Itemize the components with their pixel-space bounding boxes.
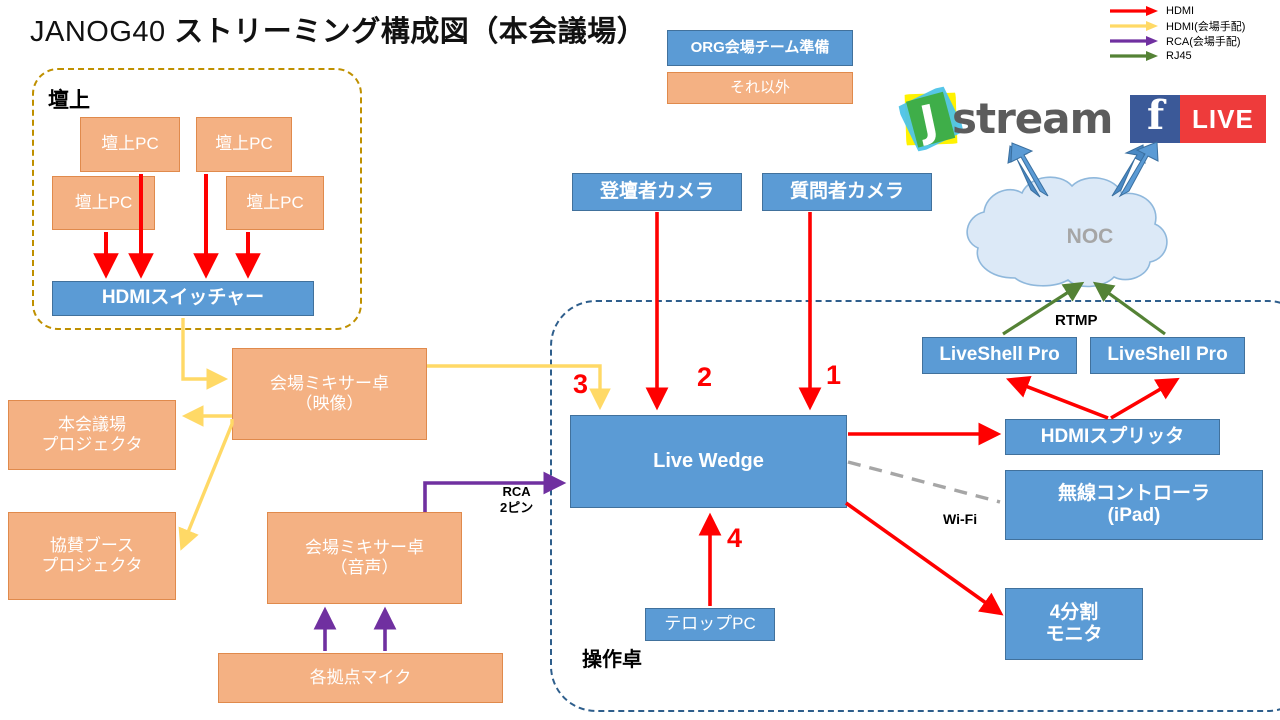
legend-swatch-hdmi-venue [1110,21,1158,31]
venue-mixer-video-box[interactable]: 会場ミキサー卓 （映像） [232,348,427,440]
liveshell-pro-box-1[interactable]: LiveShell Pro [922,337,1077,374]
stage-pc-1[interactable]: 壇上PC [80,117,180,172]
stage-pc-3[interactable]: 壇上PC [52,176,155,230]
number-label-3: 3 [573,369,589,399]
legend-label-rj45: RJ45 [1166,50,1192,62]
quad-monitor-box[interactable]: 4分割 モニタ [1005,588,1143,660]
site-mics-box[interactable]: 各拠点マイク [218,653,503,703]
page-title: JANOG40 ストリーミング構成図（本会議場） [30,8,646,50]
hdmi-switcher-box[interactable]: HDMIスイッチャー [52,281,314,316]
legend-item-rj45: RJ45 [1108,49,1280,63]
number-label-4: 4 [727,523,743,553]
number-label-2: 2 [697,362,713,392]
wifi-label: Wi-Fi [943,511,978,527]
key-org-box: ORG会場チーム準備 [667,30,853,66]
telop-pc-box[interactable]: テロップPC [645,608,775,641]
projector-main-box[interactable]: 本会議場 プロジェクタ [8,400,176,470]
facebook-f-icon [1130,92,1180,143]
liveshell-pro-box-2[interactable]: LiveShell Pro [1090,337,1245,374]
legend-item-hdmi-venue: HDMI(会場手配) [1108,19,1280,33]
speaker-camera-box[interactable]: 登壇者カメラ [572,173,742,211]
noc-cloud: NOC [966,176,1168,288]
legend-label-rca: RCA(会場手配) [1166,36,1241,48]
legend-label-hdmi: HDMI [1166,5,1195,17]
legend-item-rca: RCA(会場手配) [1108,34,1280,48]
legend-label-hdmi-venue: HDMI(会場手配) [1166,21,1246,33]
upload-arrow-right [1111,141,1159,198]
rtmp-label: RTMP [1055,312,1098,329]
svg-text:NOC: NOC [1067,225,1114,248]
wire-mixer-video-to-projector-booth [178,419,234,551]
legend-swatch-hdmi [1110,6,1158,16]
stage-region-label: 壇上 [48,89,90,112]
jstream-logo-text: stream [952,94,1113,143]
venue-mixer-audio-box[interactable]: 会場ミキサー卓 （音声） [267,512,462,604]
wire-mixer-audio-to-live-wedge [423,471,567,512]
operation-desk-region-label: 操作卓 [582,649,642,671]
title-latin: JANOG40 [30,16,175,48]
hdmi-splitter-box[interactable]: HDMIスプリッタ [1005,419,1220,455]
rca-2pin-label: RCA 2ピン [500,484,534,516]
key-other-box: それ以外 [667,72,853,104]
title-japanese: ストリーミング構成図（本会議場） [174,16,647,48]
facebook-live-logo: LIVE [1130,92,1266,143]
facebook-live-text: LIVE [1180,95,1266,143]
stage-pc-4[interactable]: 壇上PC [226,176,324,230]
upload-arrow-left [1007,142,1049,198]
legend-swatch-rca [1110,36,1158,46]
legend-swatch-rj45 [1110,51,1158,61]
live-wedge-box[interactable]: Live Wedge [570,415,847,508]
stage-pc-2[interactable]: 壇上PC [196,117,292,172]
jstream-logo: J stream [896,84,1113,154]
wireless-controller-box[interactable]: 無線コントローラ (iPad) [1005,470,1263,540]
legend-item-hdmi: HDMI [1108,4,1280,18]
projector-booth-box[interactable]: 協賛ブース プロジェクタ [8,512,176,600]
number-label-1: 1 [826,360,842,390]
legend: HDMI HDMI(会場手配) RCA(会場手配) RJ45 [1108,4,1280,64]
question-camera-box[interactable]: 質問者カメラ [762,173,932,211]
